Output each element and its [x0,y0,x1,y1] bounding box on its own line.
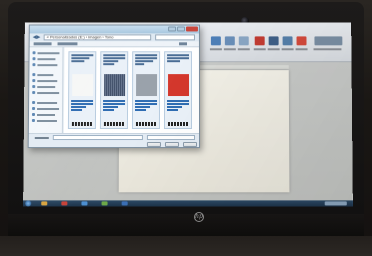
thumbnail [136,74,158,97]
file-tile[interactable] [163,51,193,130]
ribbon-button[interactable] [237,36,250,52]
file-dialog: ◀▶ « Personalizados (E:) › imagen › Tono [27,24,201,149]
close-icon[interactable] [186,26,198,32]
taskbar [23,200,353,207]
minimize-button[interactable] [168,26,177,32]
font-sample [135,121,156,127]
ribbon-button[interactable] [223,36,236,52]
ribbon-button[interactable] [267,36,280,52]
taskbar-app-icon[interactable] [81,201,88,206]
ribbon-button[interactable] [313,36,343,52]
file-tile[interactable] [67,51,97,130]
taskbar-app-icon[interactable] [61,201,68,206]
filename-label [34,137,49,140]
font-sample [167,121,188,127]
address-bar: ◀▶ « Personalizados (E:) › imagen › Tono [29,33,199,42]
filename-input[interactable] [52,135,143,141]
ribbon-button[interactable] [281,36,294,52]
search-icon[interactable] [155,34,195,41]
brand-logo: hp [194,212,204,222]
filetype-select[interactable] [146,135,196,141]
new-folder-button[interactable] [57,42,78,46]
font-sample [71,121,92,127]
view-button[interactable] [179,42,188,46]
file-tile[interactable] [131,51,161,130]
file-tile[interactable] [99,51,129,130]
file-list [63,47,200,134]
filename-bar [28,133,200,148]
thumbnail [72,74,94,97]
taskbar-app-icon[interactable] [41,201,48,206]
ribbon-button[interactable] [209,36,222,52]
laptop-screen: ◀▶ « Personalizados (E:) › imagen › Tono [23,22,353,207]
back-arrow-icon[interactable]: ◀▶ [33,34,41,40]
ribbon-button[interactable] [295,36,308,52]
laptop-base [0,236,372,256]
laptop-hinge [8,214,364,236]
save-button[interactable] [146,142,161,148]
maximize-button[interactable] [177,26,186,32]
thumbnail [104,74,126,97]
cancel-button[interactable] [164,142,179,148]
taskbar-app-icon[interactable] [121,201,128,206]
ribbon-button[interactable] [253,36,266,52]
thumbnail [168,74,189,97]
dialog-titlebar [29,25,199,34]
photo-scene: ◀▶ « Personalizados (E:) › imagen › Tono [0,0,372,256]
navigation-pane [28,47,64,134]
font-sample [103,121,124,127]
address-field[interactable]: « Personalizados (E:) › imagen › Tono [43,34,152,41]
organize-button[interactable] [33,42,52,46]
start-orb-icon[interactable] [25,200,32,207]
help-button[interactable] [182,142,198,148]
taskbar-app-icon[interactable] [101,201,108,206]
system-tray[interactable] [324,201,347,206]
